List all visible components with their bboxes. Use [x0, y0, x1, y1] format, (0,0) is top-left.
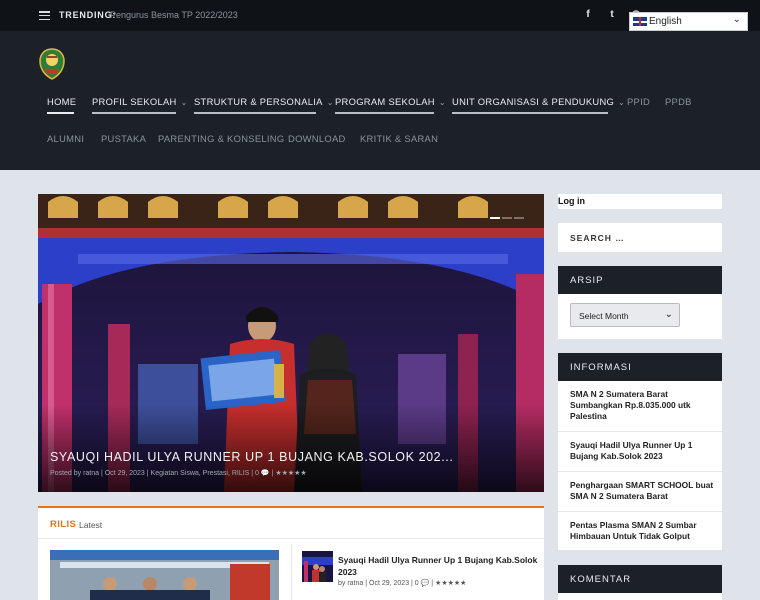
informasi-link[interactable]: Pentas Plasma SMAN 2 Sumbar Himbauan Unt…	[570, 520, 715, 542]
post-title-link[interactable]: Syauqi Hadil Ulya Runner Up 1 Bujang Kab…	[338, 554, 538, 578]
search-placeholder: SEARCH …	[570, 233, 625, 243]
school-logo[interactable]	[39, 48, 65, 80]
chevron-down-icon: ⌄	[664, 309, 673, 320]
chevron-down-icon: ⌄	[618, 98, 626, 107]
archive-month-select[interactable]: Select Month ⌄	[570, 303, 680, 327]
informasi-link[interactable]: Syauqi Hadil Ulya Runner Up 1 Bujang Kab…	[570, 440, 715, 462]
arsip-widget: ARSIP Select Month ⌄	[558, 266, 722, 339]
nav-profil-sekolah[interactable]: PROFIL SEKOLAH ⌄	[92, 96, 188, 107]
search-input[interactable]: SEARCH …	[558, 223, 722, 252]
featured-meta: Posted by ratna | Oct 29, 2023 | Kegiata…	[50, 470, 307, 477]
nav-alumni[interactable]: ALUMNI	[47, 133, 84, 144]
nav-parenting-konseling[interactable]: PARENTING & KONSELING	[158, 133, 284, 144]
nav-label: STRUKTUR & PERSONALIA	[194, 96, 323, 107]
slider-pagination	[488, 206, 524, 224]
informasi-widget: INFORMASI SMA N 2 Sumatera Barat Sumbang…	[558, 353, 722, 550]
komentar-title: KOMENTAR	[570, 574, 632, 585]
divider	[558, 471, 722, 472]
nav-label: PROGRAM SEKOLAH	[335, 96, 435, 107]
featured-slider[interactable]: SYAUQI HADIL ULYA RUNNER UP 1 BUJANG KAB…	[38, 194, 544, 492]
post-meta: by ratna | Oct 29, 2023 | 0 💬 | ★★★★★	[338, 580, 467, 587]
nav-label: PROFIL SEKOLAH	[92, 96, 177, 107]
divider	[38, 538, 544, 539]
trending-label: TRENDING:	[59, 10, 117, 20]
chevron-down-icon: ⌄	[326, 98, 334, 107]
divider	[291, 544, 292, 600]
nav-active-underline	[47, 112, 74, 114]
facebook-icon[interactable]: f	[581, 8, 595, 22]
rilis-section: RILIS Latest Syauqi Hadil Ulya Runner Up…	[38, 506, 544, 600]
slider-dot[interactable]	[514, 217, 524, 219]
nav-unit-organisasi[interactable]: UNIT ORGANISASI & PENDUKUNG ⌄	[452, 96, 625, 107]
featured-photo	[38, 194, 544, 492]
nav-underline	[194, 112, 316, 114]
rilis-title: RILIS	[50, 519, 77, 530]
rilis-subtitle: Latest	[79, 520, 103, 530]
slider-dot-active[interactable]	[490, 217, 500, 219]
nav-ppid[interactable]: PPID	[627, 96, 650, 107]
slider-dot[interactable]	[502, 217, 512, 219]
top-bar: TRENDING: Pengurus Besma TP 2022/2023 f …	[0, 0, 760, 31]
language-label: English	[649, 16, 682, 27]
nav-underline	[92, 112, 176, 114]
arsip-title: ARSIP	[570, 275, 604, 286]
nav-kritik-saran[interactable]: KRITIK & SARAN	[360, 133, 438, 144]
nav-download[interactable]: DOWNLOAD	[288, 133, 346, 144]
divider	[558, 511, 722, 512]
post-photo	[302, 551, 333, 582]
chevron-down-icon: ⌄	[180, 98, 188, 107]
twitter-icon[interactable]: t	[605, 8, 619, 22]
nav-label: UNIT ORGANISASI & PENDUKUNG	[452, 96, 615, 107]
login-widget: Log in	[558, 194, 722, 209]
informasi-title: INFORMASI	[570, 362, 632, 373]
rilis-main-thumbnail[interactable]	[50, 550, 279, 600]
nav-ppdb[interactable]: PPDB	[665, 96, 692, 107]
nav-struktur-personalia[interactable]: STRUKTUR & PERSONALIA ⌄	[194, 96, 334, 107]
nav-program-sekolah[interactable]: PROGRAM SEKOLAH ⌄	[335, 96, 446, 107]
nav-home[interactable]: HOME	[47, 96, 76, 107]
chevron-down-icon: ⌄	[732, 14, 741, 25]
nav-pustaka[interactable]: PUSTAKA	[101, 133, 146, 144]
language-select[interactable]: English ⌄	[629, 12, 748, 31]
widget-header: KOMENTAR	[558, 565, 722, 593]
nav-underline	[335, 112, 434, 114]
site-header: HOME PROFIL SEKOLAH ⌄ STRUKTUR & PERSONAL…	[0, 31, 760, 170]
informasi-link[interactable]: Penghargaan SMART SCHOOL buat SMA N 2 Su…	[570, 480, 715, 502]
rilis-photo	[50, 550, 279, 600]
uk-flag-icon	[633, 17, 647, 26]
featured-title[interactable]: SYAUQI HADIL ULYA RUNNER UP 1 BUJANG KAB…	[50, 450, 453, 464]
widget-header: ARSIP	[558, 266, 722, 294]
divider	[558, 431, 722, 432]
trending-link[interactable]: Pengurus Besma TP 2022/2023	[110, 10, 238, 20]
informasi-link[interactable]: SMA N 2 Sumatera Barat Sumbangkan Rp.8.0…	[570, 389, 715, 422]
login-link[interactable]: Log in	[558, 196, 585, 206]
chevron-down-icon: ⌄	[438, 98, 446, 107]
komentar-widget: KOMENTAR	[558, 565, 722, 600]
post-thumbnail[interactable]	[302, 551, 333, 582]
select-value: Select Month	[579, 311, 629, 321]
menu-icon[interactable]	[39, 11, 50, 21]
nav-underline	[452, 112, 608, 114]
widget-header: INFORMASI	[558, 353, 722, 381]
